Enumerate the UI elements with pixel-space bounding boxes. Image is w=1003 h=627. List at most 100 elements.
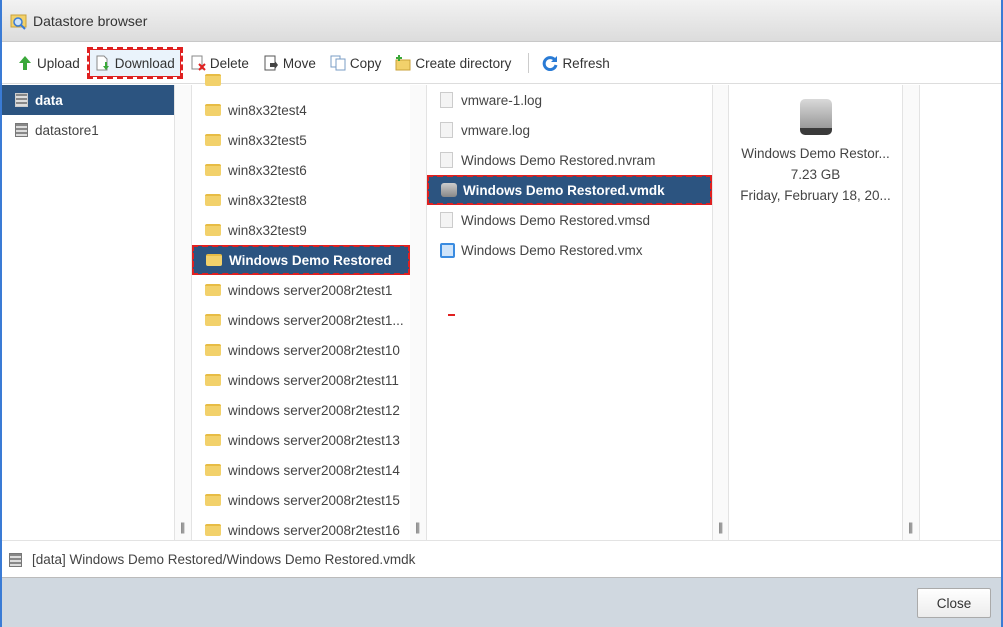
folder-label: windows server2008r2test12 [228, 402, 400, 418]
empty-column [920, 85, 1002, 540]
datastore-icon [9, 552, 22, 567]
file-label: Windows Demo Restored.vmsd [461, 212, 651, 228]
file-item[interactable]: vmware-1.log [427, 85, 712, 115]
folder-icon [205, 134, 221, 146]
folder-icon [205, 494, 221, 506]
file-label: vmware-1.log [461, 92, 543, 108]
upload-icon [19, 56, 31, 70]
datastore-icon [15, 93, 28, 107]
datastore-browser-window: Datastore browser Upload Download Delete… [0, 0, 1003, 627]
folder-label: Windows Demo Restored [229, 252, 392, 268]
folder-label: win8x32test6 [228, 162, 307, 178]
hard-disk-icon [441, 183, 457, 197]
datastore-item-datastore1[interactable]: datastore1 [2, 115, 174, 145]
folder-item[interactable]: windows server2008r2test14 [192, 455, 410, 485]
folder-label: windows server2008r2test15 [228, 492, 400, 508]
datastore-browser-icon [10, 14, 27, 30]
folder-icon [205, 104, 221, 116]
folder-item[interactable]: windows server2008r2test1... [192, 305, 410, 335]
refresh-icon [543, 56, 558, 71]
folder-label: windows server2008r2test1... [228, 312, 404, 328]
folder-icon [205, 164, 221, 176]
folder-label: windows server2008r2test13 [228, 432, 400, 448]
folder-label: windows server2008r2test14 [228, 462, 400, 478]
folder-item[interactable]: win8x32test6 [192, 155, 410, 185]
folder-item[interactable]: win8x32test9 [192, 215, 410, 245]
datastore-list: data datastore1 [2, 85, 174, 540]
file-icon [440, 92, 453, 108]
preview-date: Friday, February 18, 20... [740, 188, 891, 203]
file-label: vmware.log [461, 122, 531, 138]
download-label: Download [114, 55, 175, 71]
folder-item[interactable]: win8x32test4 [192, 95, 410, 125]
file-preview: Windows Demo Restor... 7.23 GB Friday, F… [729, 85, 902, 540]
file-label: Windows Demo Restored.nvram [461, 152, 656, 168]
folder-icon [205, 74, 221, 86]
create-directory-label: Create directory [415, 55, 512, 71]
close-button[interactable]: Close [917, 588, 991, 618]
folder-label: windows server2008r2test11 [228, 372, 399, 388]
file-list: vmware-1.log vmware.log Windows Demo Resto… [427, 85, 712, 540]
file-icon [440, 122, 453, 138]
download-icon [96, 55, 109, 71]
folder-item[interactable]: windows server2008r2test16 [192, 515, 410, 540]
folder-icon [205, 404, 221, 416]
folder-item[interactable]: windows server2008r2test13 [192, 425, 410, 455]
file-item[interactable]: Windows Demo Restored.nvram [427, 145, 712, 175]
folder-item[interactable]: windows server2008r2test11 [192, 365, 410, 395]
upload-label: Upload [37, 55, 80, 71]
dialog-footer: Close [2, 577, 1001, 627]
folder-label: win8x32test9 [228, 222, 307, 238]
file-icon [440, 212, 453, 228]
folder-item[interactable]: windows server2008r2test12 [192, 395, 410, 425]
folder-item[interactable]: win8x32test5 [192, 125, 410, 155]
hard-disk-icon [799, 99, 832, 135]
folder-icon [205, 524, 221, 536]
folder-label: windows server2008r2test1 [228, 282, 393, 298]
column-resize-handle[interactable]: ||| [174, 85, 192, 540]
refresh-label: Refresh [562, 55, 610, 71]
column-resize-handle[interactable]: ||| [712, 85, 729, 540]
datastore-label: datastore1 [35, 122, 99, 138]
file-item[interactable]: Windows Demo Restored.vmsd [427, 205, 712, 235]
folder-label: win8x32test8 [228, 192, 307, 208]
file-label: Windows Demo Restored.vmdk [463, 182, 665, 198]
folder-label: windows server2008r2test10 [228, 342, 400, 358]
refresh-button[interactable]: Refresh [537, 49, 614, 77]
toolbar: Upload Download Delete Move Copy Create … [2, 43, 1001, 84]
status-bar: [data] Windows Demo Restored/Windows Dem… [2, 540, 1001, 578]
datastore-icon [15, 123, 28, 137]
folder-icon [205, 314, 221, 326]
datastore-label: data [35, 92, 63, 108]
column-resize-handle[interactable]: ||| [902, 85, 920, 540]
folder-item[interactable]: windows server2008r2test1 [192, 275, 410, 305]
folder-label: windows server2008r2test16 [228, 522, 400, 538]
folder-item[interactable]: windows server2008r2test10 [192, 335, 410, 365]
file-label: Windows Demo Restored.vmx [461, 242, 643, 258]
window-title: Datastore browser [33, 12, 148, 29]
datastore-item-data[interactable]: data [2, 85, 174, 115]
selected-path: [data] Windows Demo Restored/Windows Dem… [32, 552, 416, 567]
folder-icon [205, 344, 221, 356]
folder-icon [205, 464, 221, 476]
folder-icon [205, 374, 221, 386]
folder-item[interactable]: windows server2008r2test15 [192, 485, 410, 515]
folder-item[interactable]: win8x32test8 [192, 185, 410, 215]
preview-size: 7.23 GB [790, 167, 841, 182]
file-item[interactable]: vmware.log [427, 115, 712, 145]
title-bar: Datastore browser [2, 0, 1001, 42]
folder-label: win8x32test4 [228, 102, 307, 118]
download-button[interactable]: Download [86, 47, 183, 79]
file-item[interactable]: Windows Demo Restored.vmdk [427, 175, 712, 205]
folder-icon [205, 434, 221, 446]
folder-icon [206, 254, 222, 266]
column-resize-handle[interactable]: ||| [410, 85, 427, 540]
folder-label: win8x32test5 [228, 132, 307, 148]
file-item[interactable]: Windows Demo Restored.vmx [427, 235, 712, 265]
folder-icon [205, 194, 221, 206]
file-icon [440, 152, 453, 168]
folder-item[interactable] [192, 65, 410, 95]
folder-item[interactable]: Windows Demo Restored [192, 245, 410, 275]
toolbar-separator [528, 53, 530, 73]
upload-button[interactable]: Upload [12, 49, 85, 77]
